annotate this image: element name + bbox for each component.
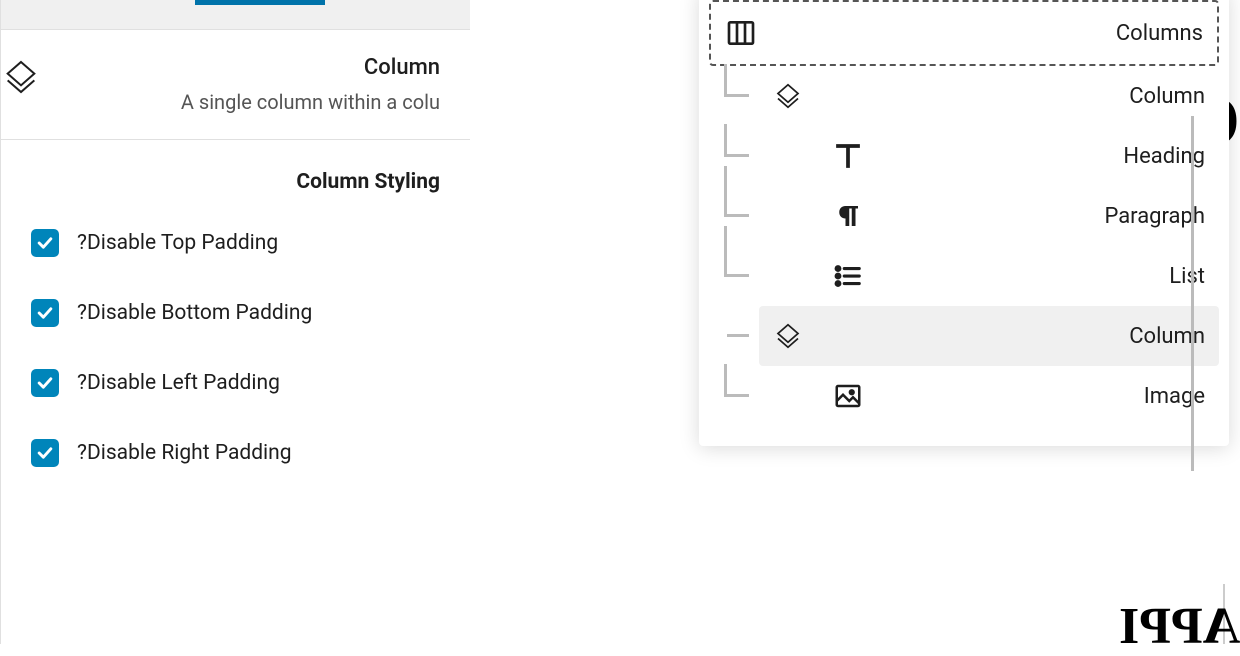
tree-connector <box>709 186 759 216</box>
tree-connector <box>709 366 759 396</box>
tree-item-list[interactable]: List <box>819 246 1219 306</box>
settings-sidebar: Column A single column within a colu Col… <box>0 0 470 644</box>
toggle-label: Disable Top Padding? <box>77 231 278 255</box>
tree-item-label: Image <box>879 384 1205 409</box>
tree-item-column[interactable]: Column <box>759 66 1219 126</box>
editor-canvas[interactable]: ON dit APPI Columns <box>470 0 1240 644</box>
block-list-popover: Columns C <box>699 0 1229 446</box>
block-title: Column <box>56 55 440 80</box>
tree-connector <box>709 246 759 276</box>
tree-connector <box>709 306 759 336</box>
tree-connector <box>1191 116 1194 471</box>
toggle-disable-left-padding[interactable]: Disable Left Padding? <box>31 369 440 397</box>
section-title: Column Styling <box>31 170 440 194</box>
tree-connector <box>709 126 759 156</box>
checkbox-checked-icon[interactable] <box>31 229 59 257</box>
toggle-disable-right-padding[interactable]: Disable Right Padding? <box>31 439 440 467</box>
tree-item-heading[interactable]: Heading <box>819 126 1219 186</box>
tree-item-label: Paragraph <box>879 204 1205 229</box>
column-styling-section: Column Styling Disable Top Padding? Disa… <box>1 140 470 519</box>
content-partial-word: APPI <box>1099 597 1240 656</box>
checkbox-checked-icon[interactable] <box>31 299 59 327</box>
columns-icon <box>725 17 757 49</box>
tree-item-columns[interactable]: Columns <box>709 0 1219 66</box>
tree-item-image[interactable]: Image <box>819 366 1219 426</box>
toggle-label: Disable Left Padding? <box>77 371 280 395</box>
tree-item-label: Heading <box>879 144 1205 169</box>
column-icon <box>1 57 41 97</box>
toggle-disable-bottom-padding[interactable]: Disable Bottom Padding? <box>31 299 440 327</box>
heading-icon <box>833 141 863 171</box>
column-icon <box>773 81 803 111</box>
toggle-label: Disable Bottom Padding? <box>77 301 312 325</box>
toggle-disable-top-padding[interactable]: Disable Top Padding? <box>31 229 440 257</box>
tree-item-label: Columns <box>773 21 1203 46</box>
tree-item-label: Column <box>819 324 1205 349</box>
tree-item-label: List <box>879 264 1205 289</box>
list-icon <box>833 261 863 291</box>
block-header: Column A single column within a colu <box>1 30 470 140</box>
paragraph-icon <box>833 201 863 231</box>
checkbox-checked-icon[interactable] <box>31 439 59 467</box>
tree-item-label: Column <box>819 84 1205 109</box>
tree-item-paragraph[interactable]: Paragraph <box>819 186 1219 246</box>
tree-connector <box>709 66 759 96</box>
checkbox-checked-icon[interactable] <box>31 369 59 397</box>
block-description: A single column within a colu <box>56 90 440 114</box>
sidebar-tab-bar <box>1 0 470 30</box>
tree-item-column-selected[interactable]: Column <box>759 306 1219 366</box>
column-icon <box>773 321 803 351</box>
image-icon <box>833 381 863 411</box>
toggle-label: Disable Right Padding? <box>77 441 292 465</box>
active-tab-indicator <box>195 0 325 5</box>
